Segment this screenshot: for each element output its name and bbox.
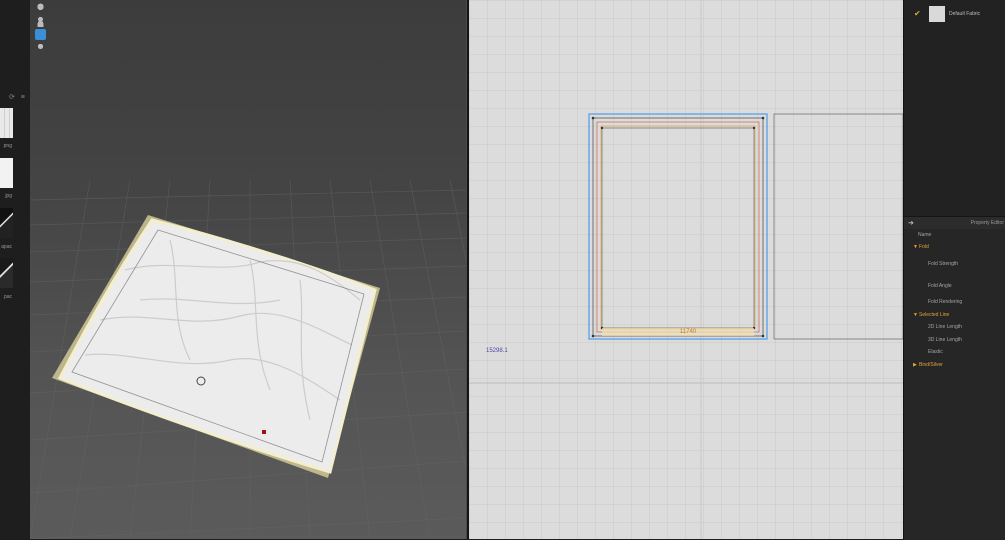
coordinate-readout: 15298.1 <box>486 348 508 354</box>
library-thumb-3[interactable] <box>0 208 13 238</box>
library-thumb-label: jpg <box>5 193 12 199</box>
library-thumb-4[interactable] <box>0 258 13 288</box>
fabric-cloth[interactable] <box>57 218 377 474</box>
fabric-list-item[interactable]: ✔ Default Fabric <box>914 6 1004 22</box>
fabric-name: Default Fabric <box>949 11 981 17</box>
object-browser: ✔ Default Fabric <box>904 0 1005 216</box>
prop-row-3d-line-length[interactable]: 3D Line Length <box>904 334 1005 346</box>
property-editor-title: Property Editor <box>970 220 1004 226</box>
library-panel: ⟳ ≡ png jpg apac pac <box>0 0 31 539</box>
prop-label: Name <box>918 232 932 238</box>
pattern-fold-line <box>600 125 756 330</box>
prop-row-fold-angle[interactable]: Fold Angle <box>904 280 1005 292</box>
library-thumb-label: pac <box>3 294 12 300</box>
prop-label: Elastic <box>928 349 943 355</box>
section-label: Selected Line <box>919 312 950 318</box>
person-icon[interactable] <box>35 42 46 53</box>
prop-label: Fold Angle <box>928 283 952 289</box>
arrow-icon[interactable]: ➜ <box>908 219 914 227</box>
pattern-seam-line <box>596 121 760 333</box>
library-thumb-label: png <box>3 143 12 149</box>
segment-length-label: 11740 <box>679 329 697 335</box>
library-thumb-2[interactable] <box>0 158 13 188</box>
library-view-icons[interactable]: ⟳ ≡ <box>9 93 27 101</box>
check-icon: ✔ <box>914 9 921 18</box>
pattern-piece-outline[interactable] <box>592 117 764 337</box>
prop-row-2d-line-length[interactable]: 2D Line Length <box>904 321 1005 333</box>
pattern-inner-outline <box>601 127 755 329</box>
prop-label: Fold Strength <box>928 261 959 267</box>
property-editor-header: ➜ Property Editor <box>904 217 1005 229</box>
property-editor: ➜ Property Editor Name ▼Fold Fold Streng… <box>904 216 1005 540</box>
library-thumb-label: apac <box>1 244 12 250</box>
prop-label: 3D Line Length <box>928 337 962 343</box>
fabric-swatch[interactable] <box>929 6 945 22</box>
garment-icon[interactable] <box>35 29 46 40</box>
library-thumb-1[interactable] <box>0 108 13 138</box>
section-bind-silver[interactable]: ▶ Bind/Silver <box>904 359 1005 371</box>
3d-scene <box>30 179 466 539</box>
3d-viewport[interactable] <box>30 0 466 539</box>
right-panel: ✔ Default Fabric ➜ Property Editor Name … <box>903 0 1005 540</box>
prop-row-fold-strength[interactable]: Fold Strength <box>904 258 1005 270</box>
prop-row-fold-rendering[interactable]: Fold Rendering <box>904 296 1005 308</box>
prop-label: 2D Line Length <box>928 324 962 330</box>
section-fold[interactable]: ▼Fold <box>904 241 1005 253</box>
prop-label: Fold Rendering <box>928 299 963 305</box>
section-label: Bind/Silver <box>919 362 943 368</box>
adjacent-pattern-piece[interactable] <box>773 113 903 340</box>
2d-pattern-canvas <box>469 0 903 539</box>
pattern-selection-box[interactable] <box>588 113 768 340</box>
prop-row-name[interactable]: Name <box>904 229 1005 241</box>
section-label: Fold <box>919 244 929 250</box>
prop-row-elastic[interactable]: Elastic <box>904 346 1005 358</box>
2d-pattern-window[interactable]: 11740 15298.1 <box>469 0 903 539</box>
avatar-icon[interactable] <box>35 3 46 14</box>
section-selected-line[interactable]: ▼Selected Line <box>904 309 1005 321</box>
avatar-toolbar <box>35 3 47 55</box>
user-icon[interactable] <box>35 16 46 27</box>
